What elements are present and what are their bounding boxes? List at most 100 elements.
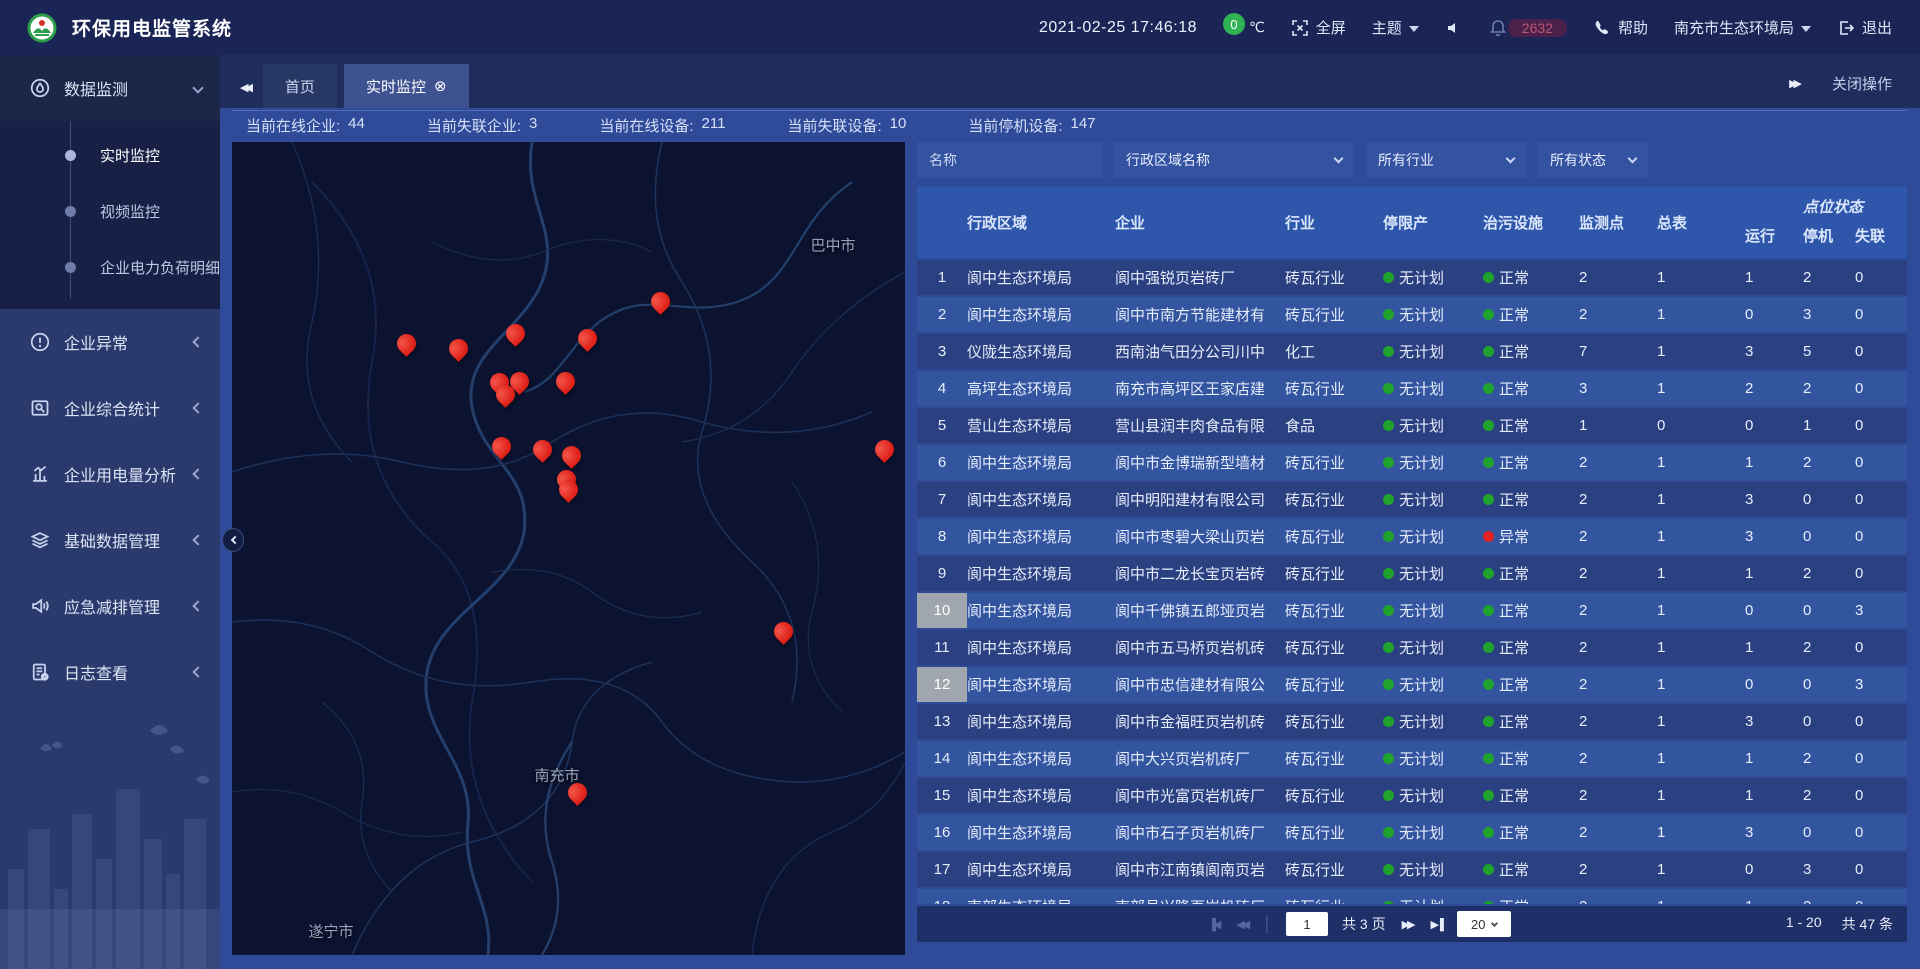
cell-region: 南部生态环境局: [967, 889, 1115, 904]
logout-label: 退出: [1862, 17, 1892, 38]
stat-value: 211: [702, 115, 726, 136]
sidebar-item-power-load-detail[interactable]: 企业电力负荷明细: [0, 239, 220, 295]
cell-offline: 0: [1855, 519, 1907, 554]
table-row[interactable]: 3 仪陇生态环境局 西南油气田分公司川中 化工 无计划 正常 7 1 3 5 0: [917, 334, 1907, 369]
sidebar-item-enterprise-statistics[interactable]: 企业综合统计: [0, 375, 220, 441]
region-select[interactable]: 行政区域名称: [1114, 142, 1354, 178]
table-row[interactable]: 15 阆中生态环境局 阆中市光富页岩机砖厂 砖瓦行业 无计划 正常 2 1 1 …: [917, 778, 1907, 813]
help-label: 帮助: [1618, 17, 1648, 38]
status-select[interactable]: 所有状态: [1538, 142, 1648, 178]
table-row[interactable]: 9 阆中生态环境局 阆中市二龙长宝页岩砖 砖瓦行业 无计划 正常 2 1 1 2…: [917, 556, 1907, 591]
table-row[interactable]: 7 阆中生态环境局 阆中明阳建材有限公司 砖瓦行业 无计划 正常 2 1 3 0…: [917, 482, 1907, 517]
app-window: 环保用电监管系统 2021-02-25 17:46:18 0 ℃ 全屏 主题: [0, 0, 1920, 969]
sidebar-item-label: 日志查看: [64, 660, 180, 684]
sidebar-item-data-monitor[interactable]: 数据监测: [0, 55, 220, 121]
cell-industry: 砖瓦行业: [1285, 815, 1383, 850]
map-panel[interactable]: 巴中市南充市遂宁市: [232, 142, 905, 955]
sidebar-item-enterprise-abnormal[interactable]: 企业异常: [0, 309, 220, 375]
cell-treatment-status: 正常: [1483, 889, 1579, 904]
cell-industry: 砖瓦行业: [1285, 889, 1383, 904]
cell-production-status: 无计划: [1383, 519, 1483, 554]
table-row[interactable]: 14 阆中生态环境局 阆中大兴页岩机砖厂 砖瓦行业 无计划 正常 2 1 1 2…: [917, 741, 1907, 776]
notifications-button[interactable]: 2632: [1489, 19, 1567, 37]
close-operations-button[interactable]: 关闭操作: [1832, 73, 1892, 94]
tabs-scroll-right-button[interactable]: ▶▶: [1789, 77, 1798, 90]
cell-region: 阆中生态环境局: [967, 852, 1115, 887]
bullet-icon: [65, 206, 76, 217]
sidebar-item-log-view[interactable]: 日志查看: [0, 639, 220, 705]
chevron-down-icon: [1409, 26, 1419, 32]
help-button[interactable]: 帮助: [1593, 17, 1648, 38]
cell-enterprise: 阆中千佛镇五郎垭页岩: [1115, 593, 1285, 628]
cell-treatment-status: 正常: [1483, 371, 1579, 406]
first-page-button[interactable]: ▐◀: [1206, 918, 1220, 931]
table-row[interactable]: 11 阆中生态环境局 阆中市五马桥页岩机砖 砖瓦行业 无计划 正常 2 1 1 …: [917, 630, 1907, 665]
status-dot-icon: [1483, 309, 1494, 320]
tab-home[interactable]: 首页: [263, 64, 337, 108]
table-row[interactable]: 8 阆中生态环境局 阆中市枣碧大梁山页岩 砖瓦行业 无计划 异常 2 1 3 0…: [917, 519, 1907, 554]
next-page-button[interactable]: ▶▶: [1400, 918, 1415, 931]
bullet-icon: [65, 262, 76, 273]
organization-dropdown[interactable]: 南充市生态环境局: [1674, 17, 1811, 38]
cell-enterprise: 阆中市江南镇阆南页岩: [1115, 852, 1285, 887]
table-row[interactable]: 13 阆中生态环境局 阆中市金福旺页岩机砖 砖瓦行业 无计划 正常 2 1 3 …: [917, 704, 1907, 739]
industry-select[interactable]: 所有行业: [1366, 142, 1526, 178]
tabs-scroll-left-button[interactable]: ◀◀: [220, 81, 263, 108]
fullscreen-button[interactable]: 全屏: [1291, 17, 1346, 38]
status-dot-icon: [1483, 272, 1494, 283]
cell-enterprise: 阆中市石子页岩机砖厂: [1115, 815, 1285, 850]
status-dot-icon: [1483, 457, 1494, 468]
logout-button[interactable]: 退出: [1837, 17, 1892, 38]
sidebar-item-video-monitor[interactable]: 视频监控: [0, 183, 220, 239]
cell-running: 3: [1745, 482, 1803, 517]
sidebar-item-emergency-reduction[interactable]: 应急减排管理: [0, 573, 220, 639]
stat-label: 当前失联设备:: [787, 115, 881, 136]
theme-dropdown[interactable]: 主题: [1372, 17, 1419, 38]
table-row[interactable]: 16 阆中生态环境局 阆中市石子页岩机砖厂 砖瓦行业 无计划 正常 2 1 3 …: [917, 815, 1907, 850]
tab-realtime-monitor[interactable]: 实时监控 ⊗: [344, 64, 469, 108]
status-dot-icon: [1383, 827, 1394, 838]
status-dot-icon: [1483, 753, 1494, 764]
status-dot-icon: [1483, 346, 1494, 357]
table-row[interactable]: 10 阆中生态环境局 阆中千佛镇五郎垭页岩 砖瓦行业 无计划 正常 2 1 0 …: [917, 593, 1907, 628]
chevron-down-icon: [1334, 154, 1344, 164]
cell-total-meter: 1: [1657, 852, 1745, 887]
sidebar-item-realtime-monitor[interactable]: 实时监控: [0, 127, 220, 183]
map-collapse-button[interactable]: [222, 528, 244, 552]
table-row[interactable]: 2 阆中生态环境局 阆中市南方节能建材有 砖瓦行业 无计划 正常 2 1 0 3…: [917, 297, 1907, 332]
cell-index: 12: [917, 667, 967, 702]
table-row[interactable]: 18 南部生态环境局 南部县兴隆页岩机砖厂 砖瓦行业 无计划 正常 2 1 1 …: [917, 889, 1907, 904]
tab-label: 首页: [285, 76, 315, 97]
sidebar-item-base-data[interactable]: 基础数据管理: [0, 507, 220, 573]
cell-industry: 砖瓦行业: [1285, 371, 1383, 406]
cell-region: 阆中生态环境局: [967, 778, 1115, 813]
table-row[interactable]: 12 阆中生态环境局 阆中市忠信建材有限公 砖瓦行业 无计划 正常 2 1 0 …: [917, 667, 1907, 702]
sound-toggle[interactable]: [1445, 19, 1463, 37]
cell-monitor-points: 2: [1579, 852, 1657, 887]
cell-region: 阆中生态环境局: [967, 519, 1115, 554]
cell-region: 阆中生态环境局: [967, 630, 1115, 665]
page-number-input[interactable]: [1286, 912, 1328, 936]
table-row[interactable]: 6 阆中生态环境局 阆中市金博瑞新型墙材 砖瓦行业 无计划 正常 2 1 1 2…: [917, 445, 1907, 480]
tab-close-icon[interactable]: ⊗: [434, 77, 447, 95]
cell-industry: 砖瓦行业: [1285, 778, 1383, 813]
table-row[interactable]: 5 营山生态环境局 营山县润丰肉食品有限 食品 无计划 正常 1 0 0 1 0: [917, 408, 1907, 443]
cell-index: 5: [917, 408, 967, 443]
name-search-input[interactable]: [917, 142, 1102, 178]
table-row[interactable]: 4 高坪生态环境局 南充市高坪区王家店建 砖瓦行业 无计划 正常 3 1 2 2…: [917, 371, 1907, 406]
table-row[interactable]: 17 阆中生态环境局 阆中市江南镇阆南页岩 砖瓦行业 无计划 正常 2 1 0 …: [917, 852, 1907, 887]
sidebar-item-power-analysis[interactable]: 企业用电量分析: [0, 441, 220, 507]
status-dot-icon: [1383, 642, 1394, 653]
cell-monitor-points: 2: [1579, 889, 1657, 904]
table-row[interactable]: 1 阆中生态环境局 阆中强锐页岩砖厂 砖瓦行业 无计划 正常 2 1 1 2 0: [917, 260, 1907, 295]
previous-page-button[interactable]: ◀◀: [1234, 918, 1249, 931]
cell-stopped: 3: [1803, 852, 1855, 887]
cell-monitor-points: 2: [1579, 815, 1657, 850]
cell-monitor-points: 7: [1579, 334, 1657, 369]
sidebar-item-label: 基础数据管理: [64, 528, 180, 552]
page-size-select[interactable]: 20: [1457, 911, 1511, 937]
industry-select-value: 所有行业: [1378, 150, 1495, 170]
last-page-button[interactable]: ▶▐: [1429, 918, 1443, 931]
status-dot-icon: [1483, 605, 1494, 616]
status-dot-icon: [1383, 864, 1394, 875]
